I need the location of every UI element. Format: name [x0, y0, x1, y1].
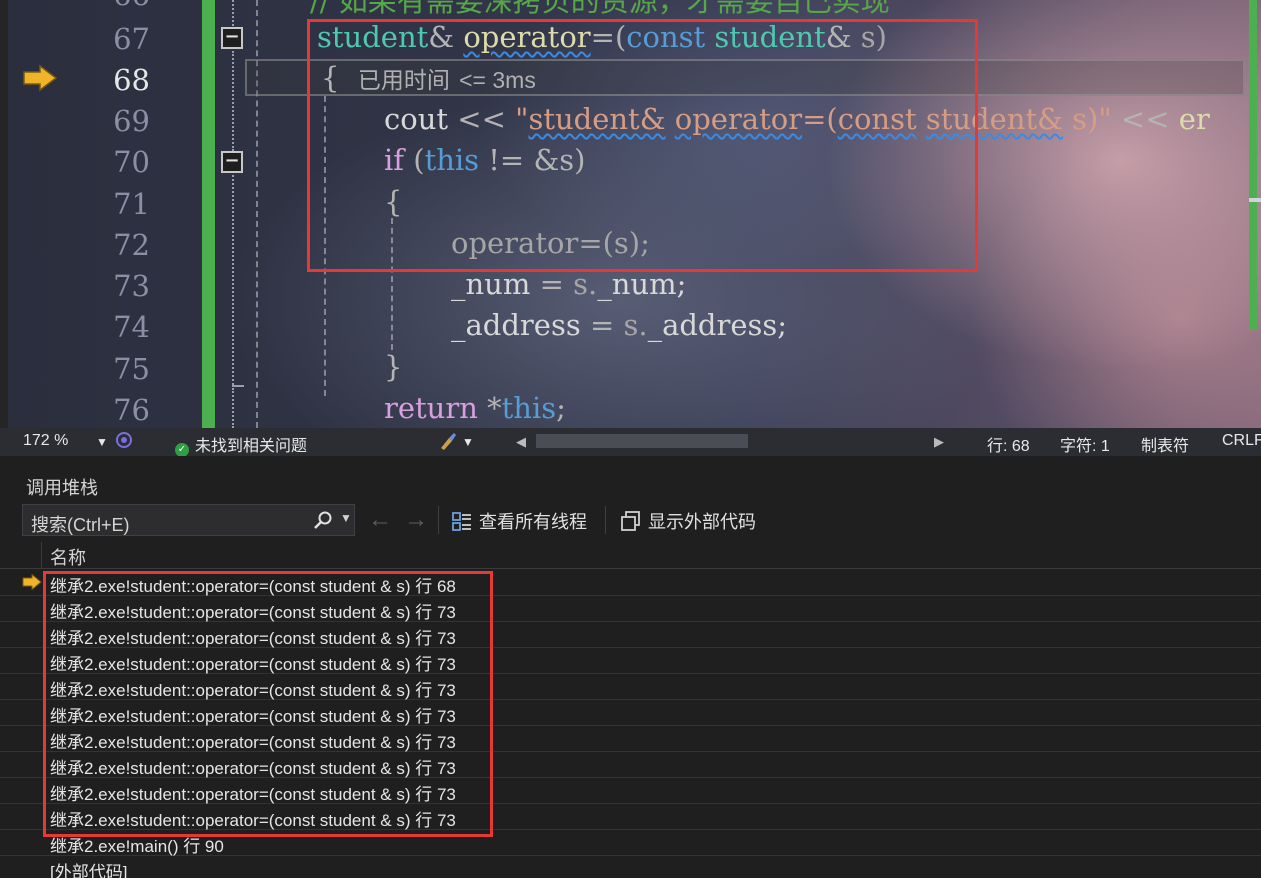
fold-guide — [232, 388, 234, 428]
check-icon: ✓ — [175, 443, 189, 457]
op-token: ; — [556, 391, 566, 425]
fold-guide — [232, 175, 234, 385]
keyword-token: this — [501, 391, 557, 425]
current-statement-arrow-icon[interactable] — [22, 64, 58, 92]
line-number-70: 70 — [113, 145, 150, 179]
issues-indicator[interactable]: ✓ 未找到相关问题 — [175, 432, 307, 457]
external-code-icon — [621, 511, 640, 531]
collapse-icon[interactable]: − — [221, 151, 243, 173]
cleanup-dropdown-icon[interactable]: ▼ — [462, 435, 474, 449]
show-external-code-button[interactable]: 显示外部代码 — [620, 508, 756, 534]
column-header-name[interactable]: 名称 — [50, 544, 86, 570]
line-ending[interactable]: CRLF — [1222, 432, 1261, 450]
op-token: = — [539, 267, 564, 301]
stack-frame-text: [外部代码] — [50, 863, 128, 878]
fold-end-marker — [232, 385, 244, 387]
indent-mode[interactable]: 制表符 — [1141, 432, 1189, 456]
line-number-72: 72 — [113, 228, 150, 262]
toolbar-separator — [438, 506, 439, 534]
collapse-icon[interactable]: − — [221, 27, 243, 49]
show-external-code-label: 显示外部代码 — [648, 512, 756, 532]
string-token: s)" — [1072, 102, 1112, 136]
brace-token: } — [384, 350, 403, 384]
panel-divider[interactable] — [0, 456, 1261, 466]
code-line-74[interactable]: _address = s._address; — [451, 305, 787, 346]
op-token: = — [589, 308, 615, 342]
stack-frame-row[interactable]: [外部代码] — [0, 856, 1261, 878]
active-frame-arrow-icon — [22, 574, 42, 590]
identifier-token: er — [1178, 102, 1210, 136]
line-indicator[interactable]: 行: 68 — [987, 432, 1030, 456]
code-line-75[interactable]: } — [384, 347, 402, 388]
char-indicator[interactable]: 字符: 1 — [1060, 432, 1110, 456]
column-header-indicator — [0, 542, 42, 569]
code-editor[interactable]: 66 // 如果有需要深拷贝的资源，才需要自己实现 67 68 69 70 71… — [0, 0, 1261, 428]
scroll-right-icon[interactable]: ▶ — [934, 434, 944, 450]
annotation-box-editor — [307, 19, 978, 272]
search-placeholder: 搜索(Ctrl+E) — [31, 515, 130, 535]
member-token: _address — [451, 308, 581, 342]
line-number-67: 67 — [113, 22, 150, 56]
change-tracking-bar — [202, 0, 215, 428]
search-options-dropdown-icon[interactable]: ▼ — [340, 511, 352, 525]
search-icon[interactable] — [313, 510, 333, 530]
op-token: * — [487, 391, 502, 425]
editor-status-bar: 172 % ▼ ✓ 未找到相关问题 ▼ ◀ ▶ 行: 68 字符: 1 制表符 C… — [0, 428, 1261, 457]
line-number-75: 75 — [113, 352, 150, 386]
op-token: << — [1120, 102, 1170, 136]
threads-icon — [452, 512, 471, 531]
keyword-token: return — [384, 391, 478, 425]
line-number-73: 73 — [113, 269, 150, 303]
editor-left-edge — [0, 0, 8, 428]
forward-arrow-icon[interactable]: → — [404, 506, 428, 534]
member-token: _address; — [647, 308, 788, 342]
view-all-threads-label: 查看所有线程 — [479, 512, 587, 532]
line-number-69: 69 — [113, 104, 150, 138]
line-number-74: 74 — [113, 310, 150, 344]
fold-guide — [232, 0, 234, 26]
back-arrow-icon[interactable]: ← — [368, 506, 392, 534]
search-input[interactable]: 搜索(Ctrl+E) ▼ — [22, 504, 355, 536]
member-token: _num — [451, 267, 531, 301]
toolbar-separator — [605, 506, 606, 534]
identifier-token: s. — [623, 308, 648, 342]
copilot-icon[interactable] — [115, 431, 133, 454]
line-number-68: 68 — [113, 63, 150, 97]
line-number-71: 71 — [113, 187, 150, 221]
identifier-token: s. — [573, 267, 598, 301]
scroll-left-icon[interactable]: ◀ — [516, 434, 526, 450]
code-cleanup-icon[interactable] — [437, 430, 459, 457]
code-line-76[interactable]: return *this; — [384, 388, 566, 428]
line-number-76: 76 — [113, 393, 150, 427]
member-token: _num; — [597, 267, 687, 301]
issues-text: 未找到相关问题 — [195, 438, 308, 455]
horizontal-scrollbar-thumb[interactable] — [536, 434, 748, 448]
zoom-dropdown-icon[interactable]: ▼ — [96, 435, 108, 449]
annotation-box-call-stack — [43, 571, 493, 837]
scrollbar-change-marker — [1249, 0, 1257, 330]
column-header-row: 名称 — [0, 542, 1261, 569]
view-all-threads-button[interactable]: 查看所有线程 — [451, 508, 587, 534]
panel-title: 调用堆栈 — [26, 478, 98, 498]
zoom-level[interactable]: 172 % — [23, 432, 68, 450]
fold-guide — [232, 51, 234, 151]
line-number-66: 66 — [60, 0, 150, 12]
scrollbar-position-mark[interactable] — [1249, 198, 1261, 202]
